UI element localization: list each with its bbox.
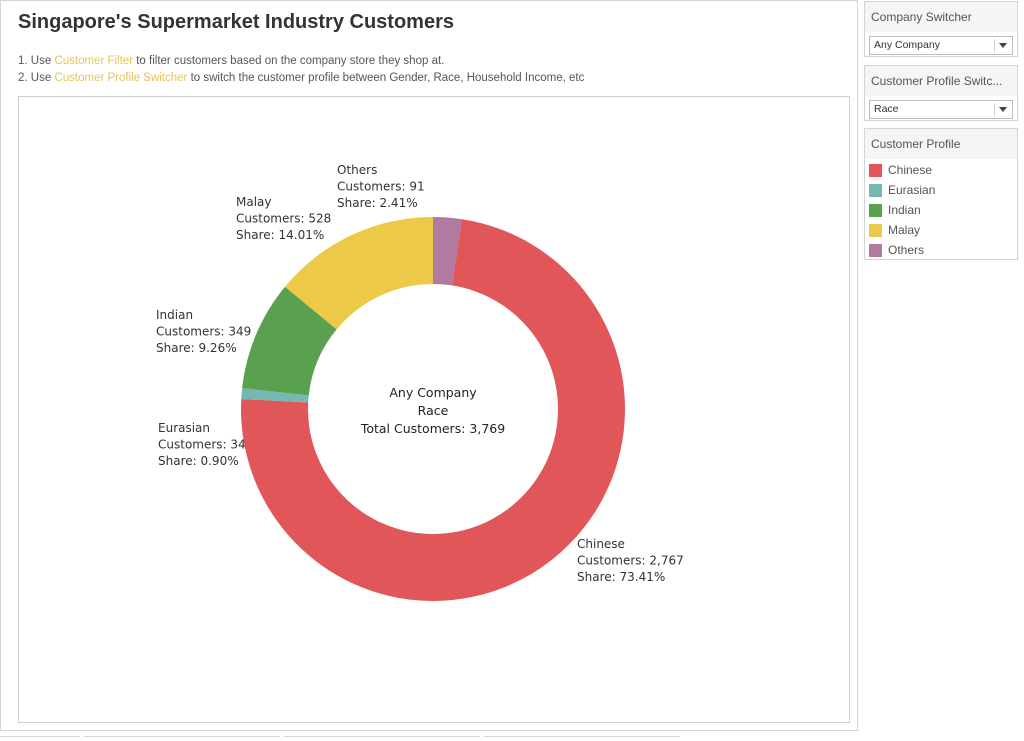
chart-frame: Others Customers: 91 Share: 2.41% Chinese Cu… [18, 96, 850, 723]
legend-header: Customer Profile [865, 129, 1017, 159]
page-title: Singapore's Supermarket Industry Custome… [18, 11, 454, 33]
legend-panel: Customer Profile Chinese Eurasian Indian Ma… [864, 128, 1018, 260]
slice-label-indian: Indian Customers: 349 Share: 9.26% [156, 308, 251, 355]
profile-switcher-value: Race [874, 103, 899, 115]
legend-label: Indian [888, 203, 921, 217]
tab-divider [484, 736, 680, 741]
donut-chart: Others Customers: 91 Share: 2.41% Chinese Cu… [156, 163, 684, 601]
tab-divider [284, 736, 480, 741]
company-switcher-header: Company Switcher [865, 2, 1017, 32]
slice-label-eurasian: Eurasian Customers: 34 Share: 0.90% [158, 421, 246, 468]
legend-item-malay[interactable]: Malay [865, 220, 1017, 240]
legend-label: Malay [888, 223, 921, 237]
company-switcher-dropdown[interactable]: Any Company [869, 36, 1013, 55]
customer-filter-link[interactable]: Customer Filter [54, 55, 133, 67]
profile-switcher-header: Customer Profile Switc... [865, 66, 1017, 96]
instruction-text: to switch the customer profile between G… [187, 72, 585, 84]
instruction-text: to filter customers based on the company… [133, 55, 445, 67]
dropdown-separator [994, 39, 995, 52]
profile-switcher-panel: Customer Profile Switc... Race [864, 65, 1018, 121]
legend-label: Others [888, 243, 925, 257]
slice-label-malay: Malay Customers: 528 Share: 14.01% [236, 195, 331, 242]
donut-center-label: Any Company Race Total Customers: 3,769 [360, 385, 505, 436]
profile-switcher-dropdown[interactable]: Race [869, 100, 1013, 119]
legend-swatch [869, 163, 882, 177]
tab-bar [0, 733, 1024, 740]
legend-swatch [869, 243, 882, 257]
tab-divider [84, 736, 280, 741]
company-switcher-value: Any Company [874, 39, 940, 51]
instruction-text: 2. Use [18, 72, 55, 84]
chevron-down-icon[interactable] [999, 43, 1007, 48]
instruction-text: 1. Use [18, 55, 55, 67]
instructions: 1. Use Customer Filter to filter custome… [18, 53, 584, 87]
legend-item-others[interactable]: Others [865, 240, 1017, 260]
chevron-down-icon[interactable] [999, 107, 1007, 112]
profile-switcher-link[interactable]: Customer Profile Switcher [54, 72, 187, 84]
legend-list: Chinese Eurasian Indian Malay Others [865, 159, 1017, 260]
legend-item-indian[interactable]: Indian [865, 200, 1017, 220]
legend-swatch [869, 183, 882, 197]
slice-label-others: Others Customers: 91 Share: 2.41% [337, 163, 425, 210]
legend-swatch [869, 203, 882, 217]
legend-swatch [869, 223, 882, 237]
tab-divider [0, 736, 80, 741]
instruction-line-2: 2. Use Customer Profile Switcher to swit… [18, 70, 584, 87]
dropdown-separator [994, 103, 995, 116]
legend-label: Eurasian [888, 183, 936, 197]
instruction-line-1: 1. Use Customer Filter to filter custome… [18, 53, 584, 70]
company-switcher-panel: Company Switcher Any Company [864, 1, 1018, 57]
legend-item-chinese[interactable]: Chinese [865, 160, 1017, 180]
legend-item-eurasian[interactable]: Eurasian [865, 180, 1017, 200]
dashboard: Singapore's Supermarket Industry Custome… [0, 0, 858, 731]
slice-label-chinese: Chinese Customers: 2,767 Share: 73.41% [577, 537, 684, 584]
legend-label: Chinese [888, 163, 933, 177]
